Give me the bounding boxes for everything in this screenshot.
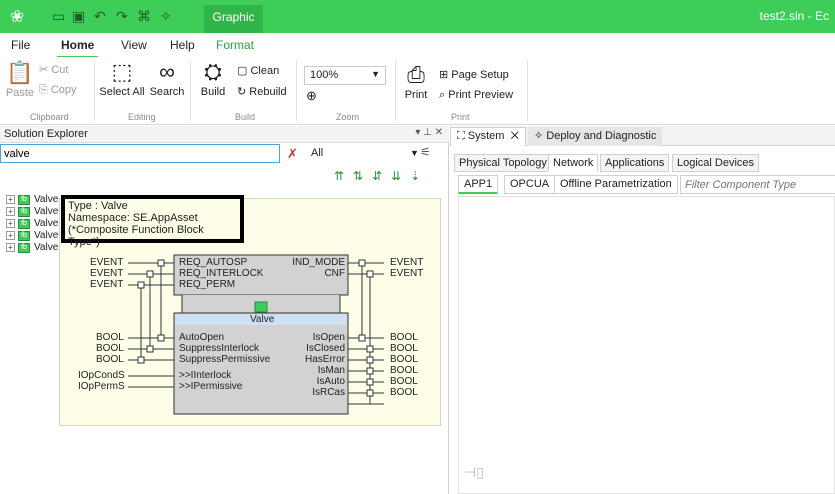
tab-system[interactable]: ⛶ System ✕: [450, 127, 526, 146]
fb-pin-event-out: CNF: [324, 268, 345, 279]
fb-pin-data-in: >>IPermissive: [179, 381, 243, 392]
fb-data-output-type: BOOL: [390, 332, 418, 343]
fb-data-input-type: IOpPermS: [78, 381, 125, 392]
fb-event-input-type: EVENT: [90, 268, 124, 279]
fb-data-input-type: IOpCondS: [78, 370, 125, 381]
fb-data-output-type: BOOL: [390, 354, 418, 365]
opcua-button[interactable]: OPCUA: [504, 175, 556, 194]
close-icon[interactable]: ✕: [508, 130, 519, 142]
fb-data-input-type: BOOL: [96, 343, 124, 354]
fb-block-name: Valve: [250, 314, 275, 325]
tab-deploy-and-diagnostic[interactable]: ✧ Deploy and Diagnostic: [528, 127, 663, 146]
fb-pin-event-in: REQ_INTERLOCK: [179, 268, 264, 279]
fb-pin-data-out: IsAuto: [316, 376, 345, 387]
offline-parametrization-button[interactable]: Offline Parametrization: [554, 175, 678, 194]
fb-data-output-type: BOOL: [390, 365, 418, 376]
fb-data-input-type: BOOL: [96, 354, 124, 365]
fb-pin-event-in: REQ_PERM: [179, 279, 236, 290]
fb-pin-event-out: IND_MODE: [292, 257, 345, 268]
network-canvas[interactable]: ⊣▯: [458, 196, 835, 494]
tab-logical-devices[interactable]: Logical Devices: [672, 154, 760, 172]
fb-event-output-type: EVENT: [390, 268, 424, 279]
fb-event-input-type: EVENT: [90, 257, 124, 268]
fb-pin-data-out: HasError: [304, 354, 345, 365]
fb-data-output-type: BOOL: [390, 387, 418, 398]
filter-component-type-input[interactable]: [680, 175, 835, 194]
fb-pin-data-out: IsRCas: [312, 387, 345, 398]
fb-data-input-type: BOOL: [96, 332, 124, 343]
fb-pin-data-in: >>IInterlock: [179, 370, 232, 381]
fb-pin-data-out: IsMan: [317, 365, 345, 376]
deploy-icon: ✧: [534, 130, 544, 142]
fb-data-output-type: BOOL: [390, 376, 418, 387]
fb-pin-data-in: SuppressPermissive: [179, 354, 271, 365]
fb-pin-data-out: IsOpen: [312, 332, 345, 343]
fb-event-output-type: EVENT: [390, 257, 424, 268]
fb-event-input-type: EVENT: [90, 279, 124, 290]
app1-button[interactable]: APP1: [458, 175, 499, 194]
document-tabs: ⛶ System ✕ ✧ Deploy and Diagnostic: [450, 126, 835, 146]
tab-network[interactable]: Network: [548, 154, 599, 172]
canvas-collapse-icon[interactable]: ⊣▯: [464, 464, 484, 481]
fb-pin-event-in: REQ_AUTOSP: [179, 257, 248, 268]
fb-data-output-type: BOOL: [390, 343, 418, 354]
tab-physical-topology[interactable]: Physical Topology: [454, 154, 552, 172]
system-icon: ⛶: [457, 130, 465, 142]
tab-applications[interactable]: Applications: [600, 154, 670, 172]
fb-pin-data-out: IsClosed: [306, 343, 345, 354]
fb-pin-data-in: SuppressInterlock: [179, 343, 260, 354]
composite-fb-icon: [254, 301, 268, 313]
system-panel: ⛶ System ✕ ✧ Deploy and Diagnostic Physi…: [450, 126, 835, 494]
fb-pin-data-in: AutoOpen: [179, 332, 225, 343]
